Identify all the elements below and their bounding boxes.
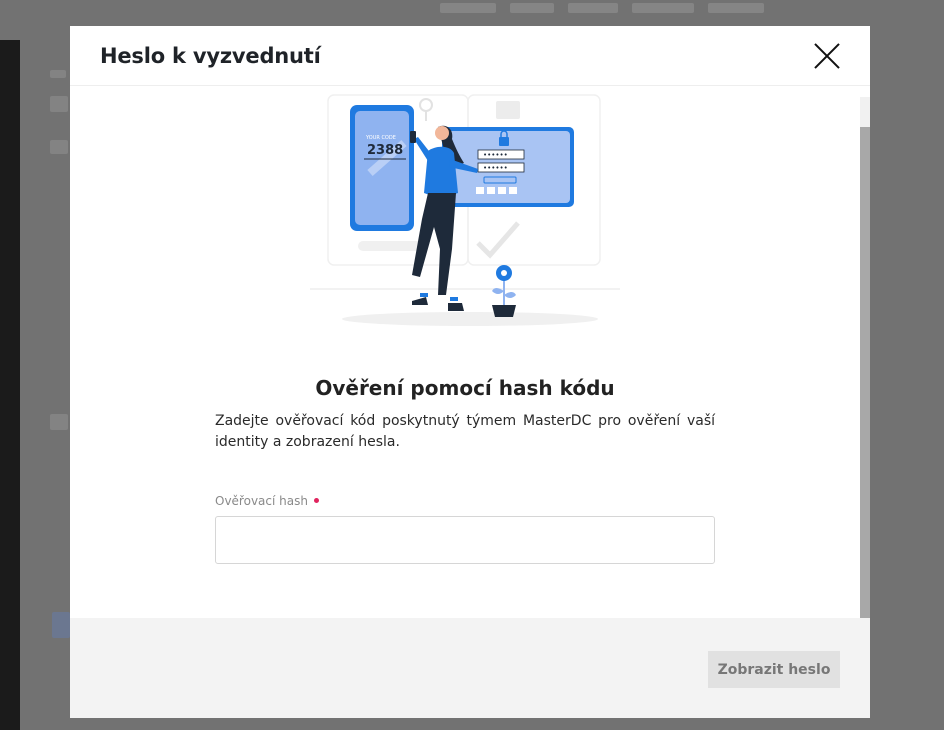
password-mask-2: •••••• [483,164,508,172]
verification-description: Zadejte ověřovací kód poskytnutý týmem M… [215,413,715,450]
modal-scrollbar[interactable] [860,97,870,618]
background-text [50,140,68,154]
person-phone [410,131,416,143]
verification-heading: Ověření pomocí hash kódu [315,376,615,400]
person-sock [420,293,428,297]
background-button [52,612,70,638]
code-value: 2388 [367,143,403,158]
checkmark-icon [476,221,520,259]
key-icon [419,98,433,112]
person-legs [412,193,456,295]
person-sock [450,297,458,301]
modal-body: YOUR CODE 2388 •••••• •••••• Ověření pom… [70,87,860,618]
background-text [50,70,66,78]
plant-leaf [504,292,516,298]
illustration-avatar-card [496,101,520,119]
background-nav [440,0,944,18]
background-text [50,414,68,430]
verification-hash-input[interactable] [215,516,715,564]
person-head [435,126,449,140]
person-shoe [412,297,428,305]
password-mask-1: •••••• [483,151,508,159]
keypad-key [498,187,506,194]
flower-center [501,270,507,276]
background-sidebar [0,40,20,730]
pickup-password-modal: Heslo k vyzvednutí YOUR CODE 2388 ••••••… [70,26,870,718]
illustration-shadow [342,312,598,326]
scrollbar-thumb[interactable] [860,127,870,618]
modal-header: Heslo k vyzvednutí [70,26,870,86]
verification-illustration: YOUR CODE 2388 •••••• •••••• [310,94,620,326]
keypad-key [487,187,495,194]
lock-icon [499,137,509,146]
modal-footer: Zobrazit heslo [70,618,870,718]
person-arm-left [414,137,432,161]
illustration-dots-bar [358,241,424,251]
hash-field-label: Ověřovací hash [215,494,319,508]
hash-field-label-text: Ověřovací hash [215,494,308,508]
show-password-button[interactable]: Zobrazit heslo [708,651,840,688]
close-icon[interactable] [811,40,843,72]
keypad-key [509,187,517,194]
plant-pot [492,305,516,317]
person-shoe [448,303,464,311]
keypad-key [476,187,484,194]
background-text [50,96,68,112]
required-indicator [313,498,319,503]
modal-title: Heslo k vyzvednutí [100,44,321,68]
phone-screen [355,111,409,225]
code-label: YOUR CODE [365,135,396,141]
